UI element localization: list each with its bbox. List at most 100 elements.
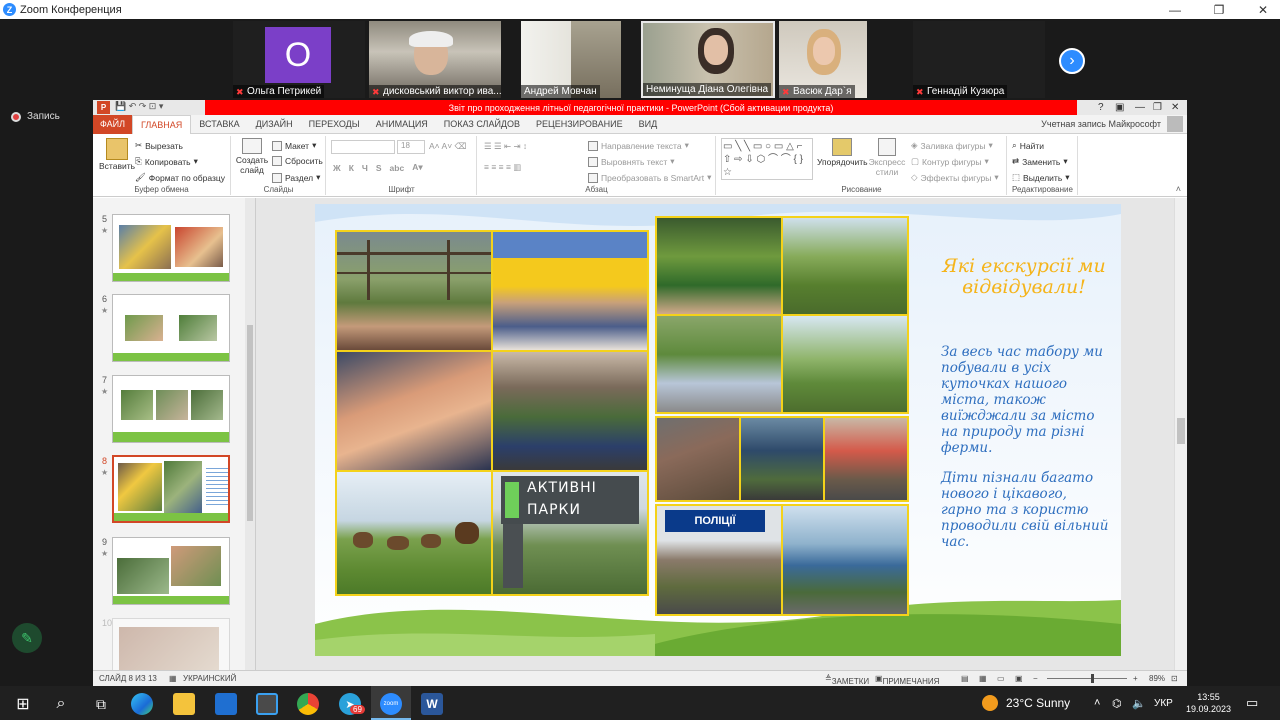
quick-access-toolbar[interactable]: 💾 ↶ ↷ ⊡ ▾ [115,101,163,112]
language-indicator[interactable]: УКРАИНСКИЙ [183,674,236,683]
mail-icon[interactable] [215,693,237,715]
zoom-slider-thumb[interactable] [1091,674,1094,683]
slide-paragraph-1[interactable]: За весь час табору ми побували в усіх ку… [941,344,1111,456]
language-indicator[interactable]: УКР [1154,686,1173,720]
maximize-button[interactable]: ❐ [1204,0,1234,19]
clock[interactable]: 13:55 19.09.2023 [1186,686,1231,720]
font-grow-shrink[interactable]: A˄ A˅ ⌫ [429,141,467,152]
char-spacing-button[interactable]: abc [390,163,405,173]
align-buttons[interactable]: ≡ ≡ ≡ ≡ ▥ [484,162,521,173]
record-indicator[interactable]: Запись [11,111,60,122]
participant-tile[interactable]: O ✖ Ольга Петрикей [233,21,365,98]
view-sorter-icon[interactable]: ▦ [979,674,987,683]
align-text-button[interactable]: Выровнять текст ▾ [588,156,675,167]
word-icon[interactable]: W [421,693,443,715]
replace-button[interactable]: ⇄ Заменить ▾ [1012,156,1068,167]
view-slideshow-icon[interactable]: ▣ [1015,674,1023,683]
zoom-slider[interactable] [1047,678,1127,679]
copy-button[interactable]: ⎘ Копировать ▾ [135,156,198,167]
quick-styles-button[interactable]: Экспресс стили [867,138,907,177]
ribbon-options-icon[interactable]: ▣ [1115,100,1124,115]
ppt-restore-button[interactable]: ❐ [1153,100,1162,115]
cut-button[interactable]: ✂ Вырезать [135,140,183,151]
participant-tile-active[interactable]: Неминуща Діана Олегівна [641,21,775,98]
spellcheck-icon[interactable]: ▦ [169,674,177,683]
bold-button[interactable]: Ж [333,163,341,173]
search-icon[interactable]: ⌕ [50,693,72,715]
windows-start-icon[interactable]: ⊞ [12,693,34,715]
shape-effects-button[interactable]: ◇ Эффекты фигуры ▾ [911,172,999,183]
edge-browser-icon[interactable] [131,693,153,715]
find-button[interactable]: ⌕ Найти [1012,140,1044,151]
tab-slideshow[interactable]: ПОКАЗ СЛАЙДОВ [436,119,528,129]
underline-button[interactable]: Ч [362,163,368,173]
slide-canvas[interactable]: АКТИВНІ ПАРКИ ПОЛІЦІЇ Які екскурсії ми в… [315,204,1121,656]
store-icon[interactable] [256,693,278,715]
tab-design[interactable]: ДИЗАЙН [248,119,301,129]
shape-fill-button[interactable]: ◈ Заливка фигуры ▾ [911,140,993,151]
fit-to-window-icon[interactable]: ⊡ [1171,674,1178,683]
zoom-in-button[interactable]: + [1133,674,1138,683]
ppt-minimize-button[interactable]: — [1135,100,1145,115]
close-button[interactable]: ✕ [1248,0,1278,19]
volume-icon[interactable]: 🔈 [1132,686,1146,720]
slide-scrollbar-thumb[interactable] [1177,418,1185,444]
slide-thumbnail-7[interactable] [112,375,230,443]
tab-review[interactable]: РЕЦЕНЗИРОВАНИЕ [528,119,631,129]
layout-button[interactable]: Макет ▾ [272,140,316,151]
slide-thumbnail-6[interactable] [112,294,230,362]
shape-outline-button[interactable]: ▢ Контур фигуры ▾ [911,156,989,167]
format-painter-button[interactable]: 🖌 Формат по образцу [135,172,225,183]
tab-animations[interactable]: АНИМАЦИЯ [368,119,436,129]
tray-chevron-icon[interactable]: ˄ [1094,686,1100,720]
annotate-pencil-icon[interactable]: ✎ [12,623,42,653]
view-normal-icon[interactable]: ▤ [961,674,969,683]
next-participants-button[interactable]: › [1059,48,1085,74]
font-size-select[interactable]: 18 [397,140,425,154]
slide-paragraph-2[interactable]: Діти пізнали багато нового і цікавого, г… [941,470,1111,550]
weather-widget[interactable]: 23°C Sunny [982,686,1070,720]
participant-tile[interactable]: Андрей Мовчан [521,21,621,98]
participant-tile[interactable]: ✖ дисковський виктор ива... [369,21,501,98]
slide-thumbnail-8-selected[interactable] [112,455,230,523]
slide-thumbnail-5[interactable] [112,214,230,282]
scrollbar-thumb[interactable] [247,325,253,521]
list-buttons[interactable]: ☰ ☰ ⇤ ⇥ ↕ [484,141,527,152]
zoom-level[interactable]: 89% [1149,674,1165,683]
tab-home[interactable]: ГЛАВНАЯ [132,114,192,135]
slide-heading[interactable]: Які екскурсії ми відвідували! [933,256,1115,298]
participant-tile[interactable]: ✖ Геннадій Кузюра [913,21,1045,98]
italic-button[interactable]: К [349,163,354,173]
zoom-out-button[interactable]: − [1033,674,1038,683]
tab-view[interactable]: ВИД [631,119,666,129]
comments-button[interactable]: ▣ ПРИМЕЧАНИЯ [875,674,939,686]
tab-file[interactable]: ФАЙЛ [93,114,132,134]
section-button[interactable]: Раздел ▾ [272,172,320,183]
help-icon[interactable]: ? [1098,100,1104,115]
slide-scrollbar[interactable] [1174,198,1187,670]
file-explorer-icon[interactable] [173,693,195,715]
account-name[interactable]: Учетная запись Майкрософт [1041,119,1161,129]
new-slide-button[interactable]: Создать слайд [236,138,268,175]
network-icon[interactable]: ⌬ [1112,686,1122,720]
tab-transitions[interactable]: ПЕРЕХОДЫ [301,119,368,129]
ppt-close-button[interactable]: ✕ [1171,100,1179,115]
minimize-button[interactable]: — [1160,0,1190,19]
notifications-icon[interactable]: ▭ [1246,686,1258,720]
strikethrough-button[interactable]: S [376,163,382,173]
chrome-icon[interactable] [297,693,319,715]
font-color-button[interactable]: A▾ [412,162,422,173]
reset-button[interactable]: Сбросить [272,156,323,166]
text-direction-button[interactable]: Направление текста ▾ [588,140,689,151]
task-view-icon[interactable]: ⧉ [90,693,112,715]
arrange-button[interactable]: Упорядочить [817,138,868,167]
account-avatar[interactable] [1167,116,1183,132]
participant-tile[interactable]: ✖ Васюк Дар`я [779,21,867,98]
slide-thumbnail-9[interactable] [112,537,230,605]
tab-insert[interactable]: ВСТАВКА [191,119,247,129]
notes-button[interactable]: ≜ ЗАМЕТКИ [825,674,869,686]
smartart-button[interactable]: Преобразовать в SmartArt ▾ [588,172,711,183]
thumbnails-scrollbar[interactable] [245,198,255,670]
view-reading-icon[interactable]: ▭ [997,674,1005,683]
select-button[interactable]: ⬚ Выделить ▾ [1012,172,1070,183]
